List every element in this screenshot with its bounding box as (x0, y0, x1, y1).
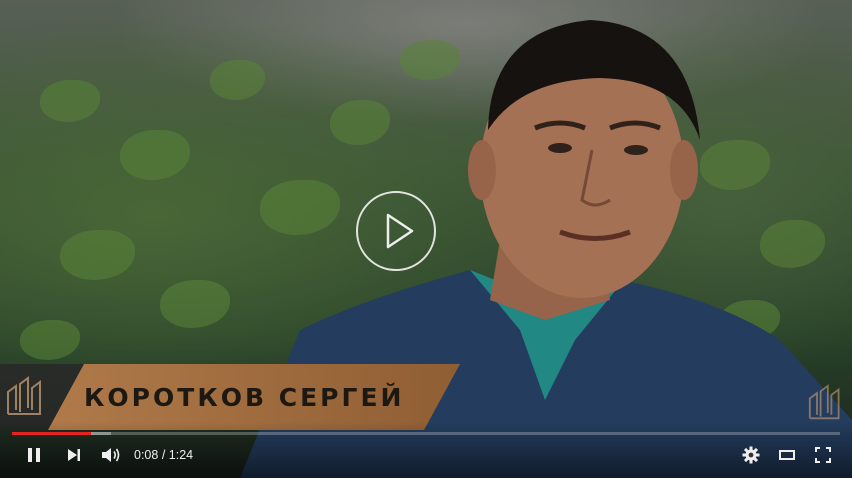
next-button[interactable] (62, 444, 86, 466)
channel-logo-icon (7, 376, 41, 415)
time-display: 0:08 / 1:24 (134, 446, 193, 464)
controls-gradient (0, 422, 852, 478)
speaker-name: КОРОТКОВ СЕРГЕЙ (84, 383, 405, 412)
fullscreen-button[interactable] (810, 444, 836, 466)
pause-icon (28, 448, 40, 462)
volume-button[interactable] (98, 444, 124, 466)
play-icon (386, 213, 414, 249)
duration: 1:24 (168, 448, 194, 462)
video-player[interactable]: КОРОТКОВ СЕРГЕЙ 0:08 / 1:24 (0, 0, 852, 478)
theater-mode-icon (779, 450, 795, 460)
fullscreen-icon (815, 447, 831, 463)
progress-bar[interactable] (12, 432, 840, 435)
watermark-logo-icon (808, 384, 840, 420)
current-time: 0:08 (134, 448, 159, 462)
center-play-button[interactable] (356, 191, 436, 271)
gear-icon (742, 446, 760, 464)
time-separator: / (158, 448, 169, 462)
theater-mode-button[interactable] (774, 444, 800, 466)
volume-icon (102, 448, 120, 462)
pause-button[interactable] (22, 444, 46, 466)
name-lower-third: КОРОТКОВ СЕРГЕЙ (0, 364, 470, 430)
next-icon (68, 449, 80, 461)
settings-button[interactable] (738, 444, 764, 466)
progress-played (12, 432, 91, 435)
